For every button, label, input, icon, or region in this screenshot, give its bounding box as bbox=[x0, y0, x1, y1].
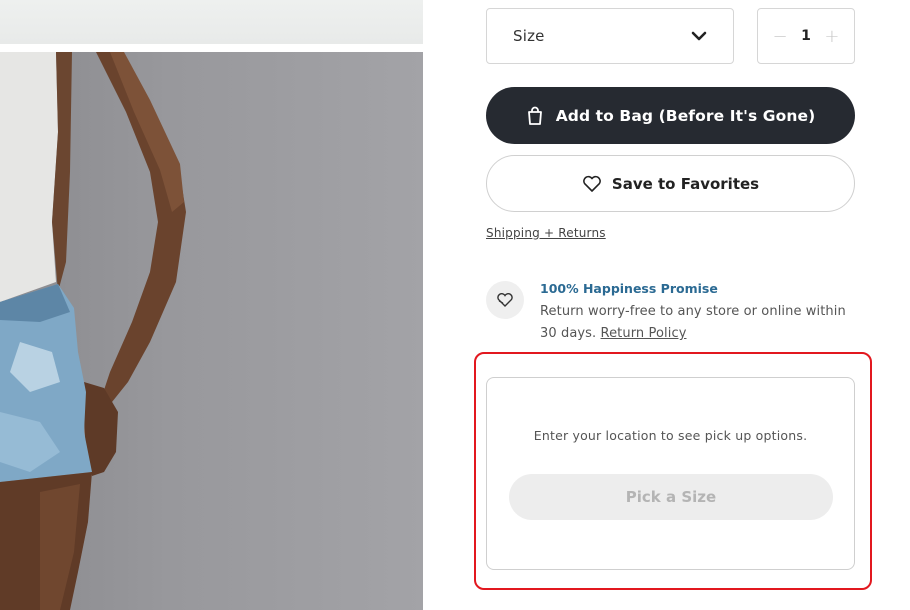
pick-a-size-button[interactable]: Pick a Size bbox=[509, 474, 833, 520]
product-image-thumbnail-strip bbox=[0, 0, 423, 44]
quantity-value: 1 bbox=[801, 28, 811, 44]
shipping-returns-link[interactable]: Shipping + Returns bbox=[486, 226, 606, 240]
return-policy-link[interactable]: Return Policy bbox=[601, 326, 687, 341]
happiness-promise-description: Return worry-free to any store or online… bbox=[540, 304, 846, 341]
shopping-bag-icon bbox=[527, 106, 542, 125]
quantity-stepper[interactable]: − 1 + bbox=[757, 8, 855, 64]
chevron-down-icon bbox=[691, 31, 707, 41]
store-pickup-panel: Enter your location to see pick up optio… bbox=[486, 377, 855, 570]
heart-hands-icon bbox=[486, 281, 524, 319]
save-to-favorites-label: Save to Favorites bbox=[611, 174, 760, 193]
image-divider bbox=[0, 44, 423, 52]
product-image[interactable] bbox=[0, 0, 423, 610]
quantity-decrease-button[interactable]: − bbox=[769, 26, 791, 47]
happiness-promise-text: Return worry-free to any store or online… bbox=[540, 301, 860, 345]
save-to-favorites-button[interactable]: Save to Favorites bbox=[486, 155, 855, 212]
pickup-location-message: Enter your location to see pick up optio… bbox=[533, 428, 808, 443]
heart-icon bbox=[583, 175, 601, 192]
add-to-bag-button[interactable]: Add to Bag (Before It's Gone) bbox=[486, 87, 855, 144]
size-dropdown-label: Size bbox=[513, 27, 545, 45]
quantity-increase-button[interactable]: + bbox=[821, 26, 843, 47]
product-photo bbox=[0, 52, 423, 610]
model-photo-illustration bbox=[0, 52, 186, 610]
add-to-bag-label: Add to Bag (Before It's Gone) bbox=[555, 106, 816, 125]
size-dropdown[interactable]: Size bbox=[486, 8, 734, 64]
happiness-promise-title: 100% Happiness Promise bbox=[540, 281, 718, 296]
